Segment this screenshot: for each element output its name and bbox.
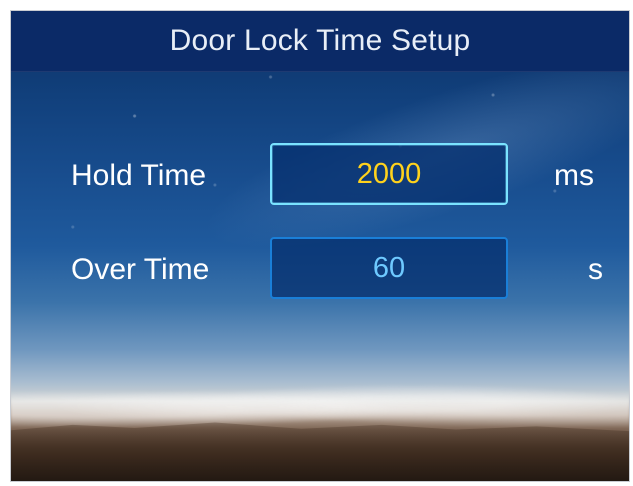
page-title: Door Lock Time Setup [169,24,471,57]
hold-time-value: 2000 [356,157,422,190]
door-lock-time-screen: Door Lock Time Setup Hold Time 2000 ms O… [10,10,630,482]
title-bar: Door Lock Time Setup [11,11,629,72]
hold-time-unit: ms [554,159,594,192]
over-time-value: 60 [372,251,406,284]
over-time-unit: s [588,253,603,286]
hold-time-field[interactable]: 2000 [270,143,508,205]
device-frame: Door Lock Time Setup Hold Time 2000 ms O… [0,0,633,486]
over-time-label: Over Time [71,253,210,286]
over-time-field[interactable]: 60 [270,237,508,299]
hold-time-label: Hold Time [71,159,207,192]
